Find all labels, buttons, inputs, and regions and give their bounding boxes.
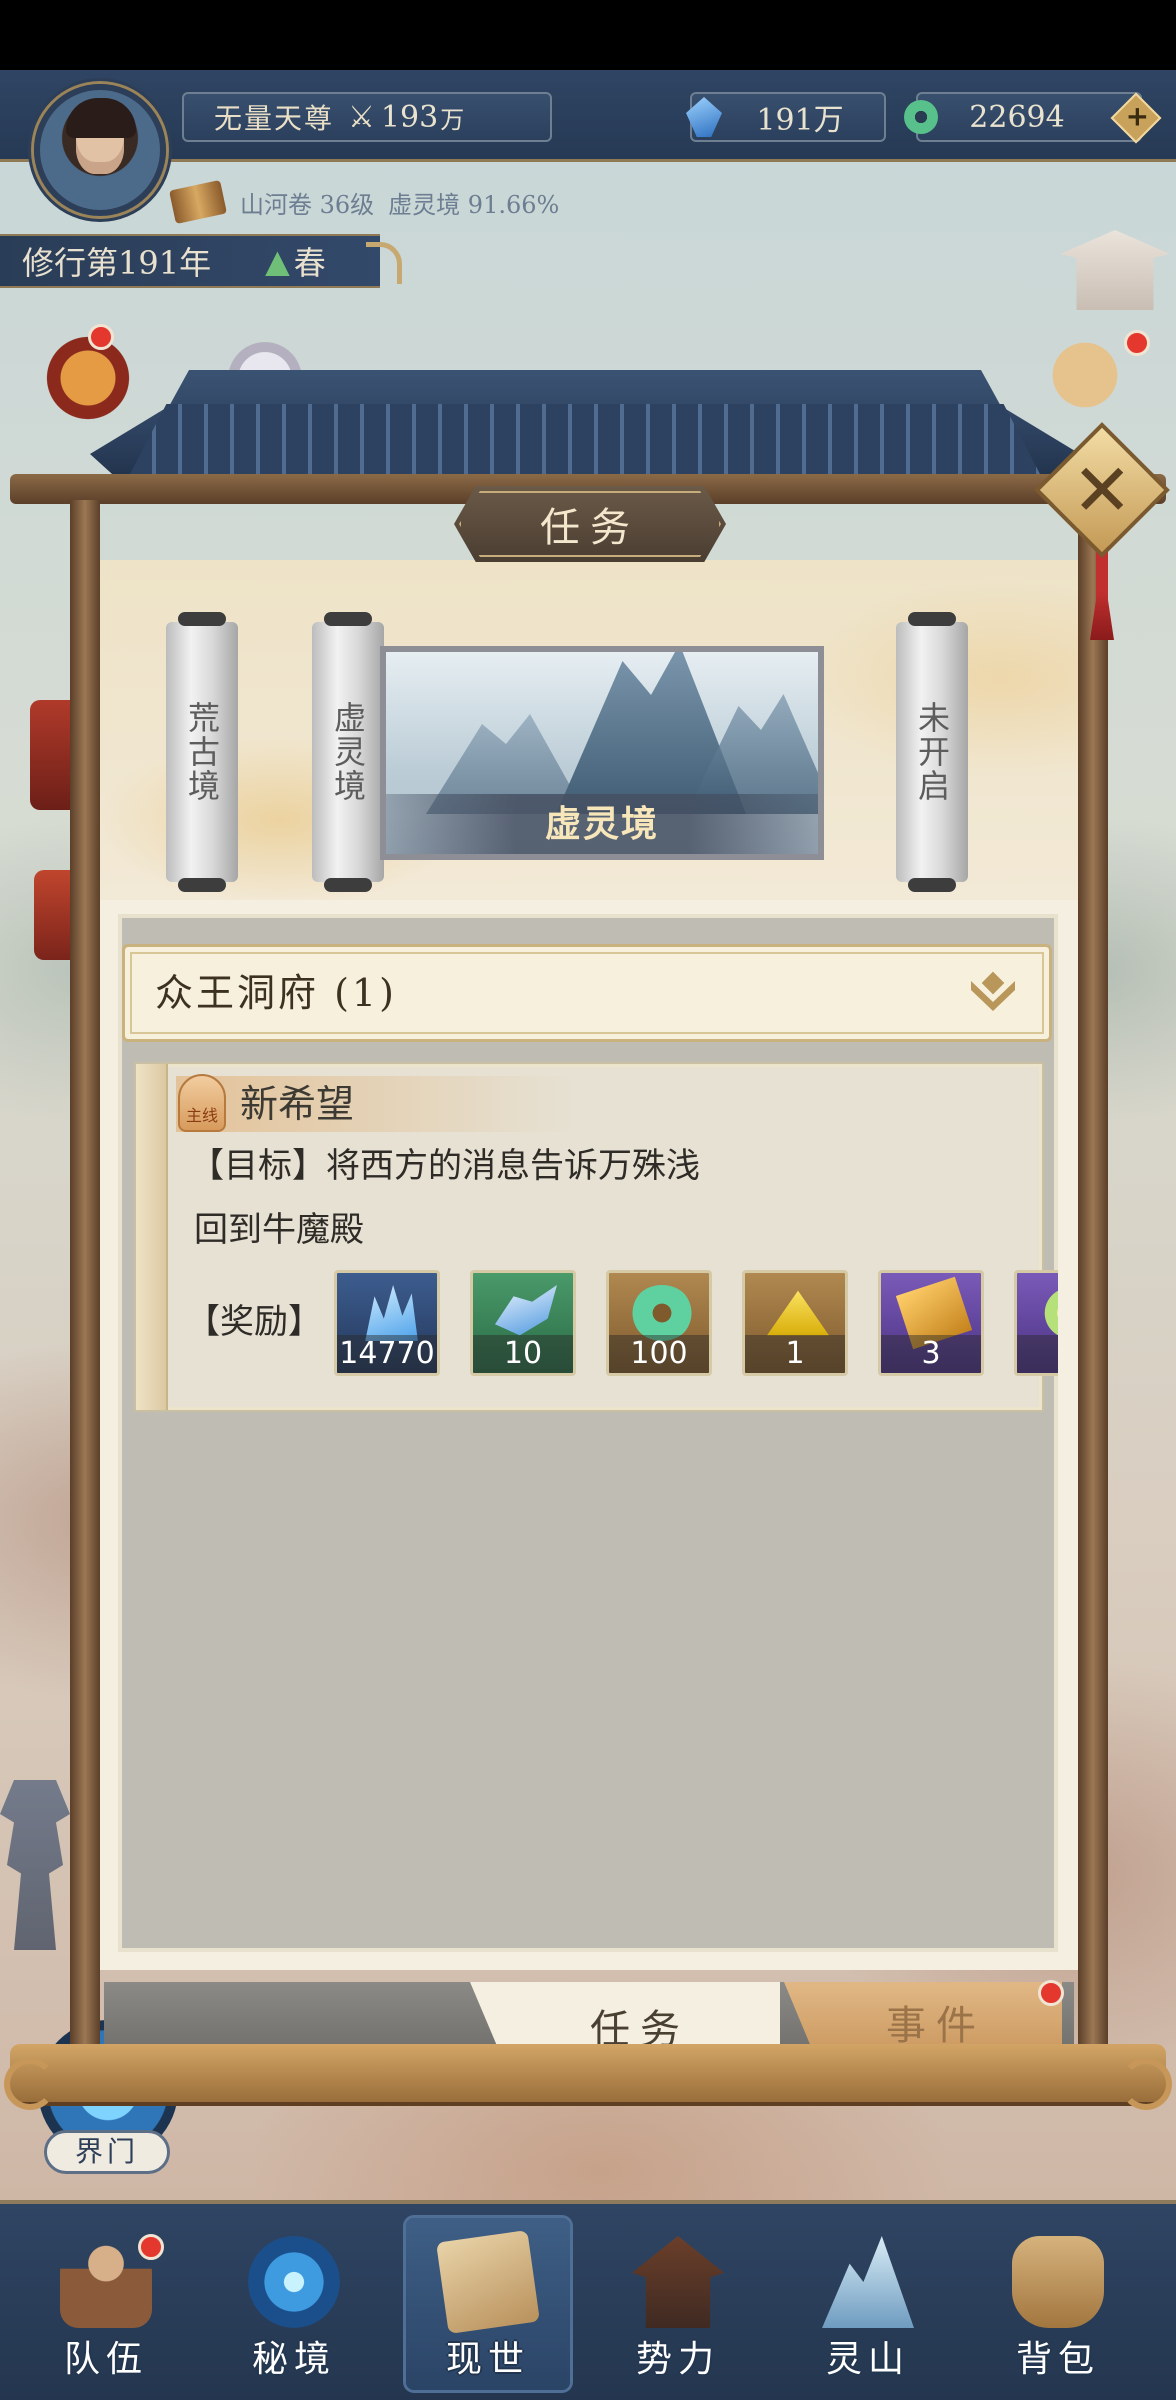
main-quest-badge-icon: 主线 — [178, 1074, 226, 1132]
jade-counter[interactable]: 22694 — [904, 92, 1162, 144]
nav-label: 灵山 — [825, 2339, 910, 2380]
task-name: 新希望 — [240, 1082, 355, 1126]
player-title: 无量天尊 — [214, 102, 335, 135]
spirit-stone-value: 191万 — [756, 103, 844, 138]
realm-scroll-xuling[interactable]: 虚灵境 — [312, 612, 384, 892]
combat-power-icon: ⚔ — [348, 99, 375, 135]
secret-realm-icon — [248, 2236, 340, 2328]
reward-label: 【奖励】 — [186, 1302, 322, 1342]
herb-icon — [1039, 1285, 1058, 1341]
scroll-level: 山河卷 36级 — [240, 190, 375, 219]
realm-scroll-locked[interactable]: 未开启 — [896, 612, 968, 892]
nav-world[interactable]: 现世 — [406, 2218, 570, 2390]
chevron-down-icon[interactable] — [971, 975, 1015, 1015]
cultivation-year: 修行第191年 — [22, 244, 212, 282]
reward-count: 10 — [473, 1335, 573, 1373]
panel-right-post — [1078, 500, 1108, 2070]
jade-value: 22694 — [969, 99, 1065, 135]
reward-count: 1 — [745, 1335, 845, 1373]
season-label: 春 — [293, 244, 326, 282]
notification-dot — [1038, 1980, 1064, 2006]
nav-label: 现世 — [445, 2339, 530, 2380]
reward-item[interactable]: 100 — [606, 1270, 712, 1376]
task-group-title: 众王洞府 (1) — [155, 971, 397, 1015]
gate-label[interactable]: 界门 — [44, 2130, 170, 2174]
season-tree-icon: ▲ — [265, 242, 290, 280]
panel-bottom-scroll-rod — [4, 2044, 1172, 2110]
selected-realm-card[interactable]: 虚灵境 — [380, 646, 824, 860]
panel-title: 任务 — [454, 486, 726, 562]
reward-count: 100 — [609, 1335, 709, 1373]
task-step: 回到牛魔殿 — [194, 1210, 364, 1250]
reward-count: 3 — [881, 1335, 981, 1373]
reward-item[interactable]: 1 — [742, 1270, 848, 1376]
nav-label: 背包 — [1015, 2339, 1100, 2380]
nav-faction[interactable]: 势力 — [596, 2218, 760, 2390]
player-avatar[interactable] — [34, 84, 166, 216]
scroll-icon[interactable] — [169, 179, 227, 225]
reward-item[interactable]: 10 — [470, 1270, 576, 1376]
notification-dot — [1124, 330, 1150, 356]
task-group-header[interactable]: 众王洞府 (1) — [122, 944, 1052, 1042]
nav-secret-realm[interactable]: 秘境 — [212, 2218, 376, 2390]
combat-power-unit: 万 — [440, 105, 465, 134]
nav-label: 秘境 — [251, 2339, 336, 2380]
spirit-stone-counter[interactable]: 191万 — [686, 92, 886, 142]
spirit-ore-icon — [495, 1285, 557, 1336]
cultivation-year-banner: 修行第191年 ▲ 春 — [0, 234, 402, 288]
nav-spirit-mountain[interactable]: 灵山 — [786, 2218, 950, 2390]
close-icon: ✕ — [1071, 447, 1133, 532]
realm-scroll-huanggu[interactable]: 荒古境 — [166, 612, 238, 892]
world-icon — [436, 2230, 540, 2334]
nav-label: 势力 — [635, 2339, 720, 2380]
panel-left-post — [70, 500, 100, 2070]
nav-bag[interactable]: 背包 — [976, 2218, 1140, 2390]
notification-dot — [88, 324, 114, 350]
player-title-pill[interactable]: 无量天尊 ⚔ 193 万 — [182, 92, 552, 142]
task-goal: 【目标】将西方的消息告诉万殊浅 — [190, 1146, 700, 1186]
left-activity-icon[interactable] — [40, 330, 136, 426]
notification-dot — [138, 2234, 164, 2260]
jade-pendant-icon — [631, 1285, 693, 1341]
jade-icon — [904, 100, 938, 134]
task-card-rail — [136, 1064, 168, 1410]
selected-realm-label: 虚灵境 — [386, 794, 818, 854]
reward-item[interactable]: 14770 — [334, 1270, 440, 1376]
spirit-mountain-icon — [822, 2236, 914, 2328]
status-bar — [0, 0, 1176, 70]
task-title-band — [176, 1076, 576, 1132]
reward-item[interactable]: 2 — [1014, 1270, 1058, 1376]
reward-list: 14770 10 100 1 3 2 — [334, 1270, 1058, 1376]
scroll-info: 山河卷 36级 虚灵境 91.66% — [169, 179, 573, 225]
bag-icon — [1012, 2236, 1104, 2328]
realm-progress: 虚灵境 91.66% — [388, 190, 560, 219]
reward-count: 14770 — [337, 1335, 437, 1373]
nav-label: 队伍 — [63, 2339, 148, 2380]
reward-count: 2 — [1017, 1335, 1058, 1373]
panel-roof-tiles — [130, 404, 1040, 474]
combat-power-value: 193 — [380, 99, 439, 135]
gold-powder-icon — [767, 1290, 829, 1336]
spirit-stone-icon — [686, 97, 722, 137]
reward-item[interactable]: 3 — [878, 1270, 984, 1376]
faction-icon — [632, 2236, 724, 2328]
blue-crystal-icon — [365, 1285, 418, 1341]
